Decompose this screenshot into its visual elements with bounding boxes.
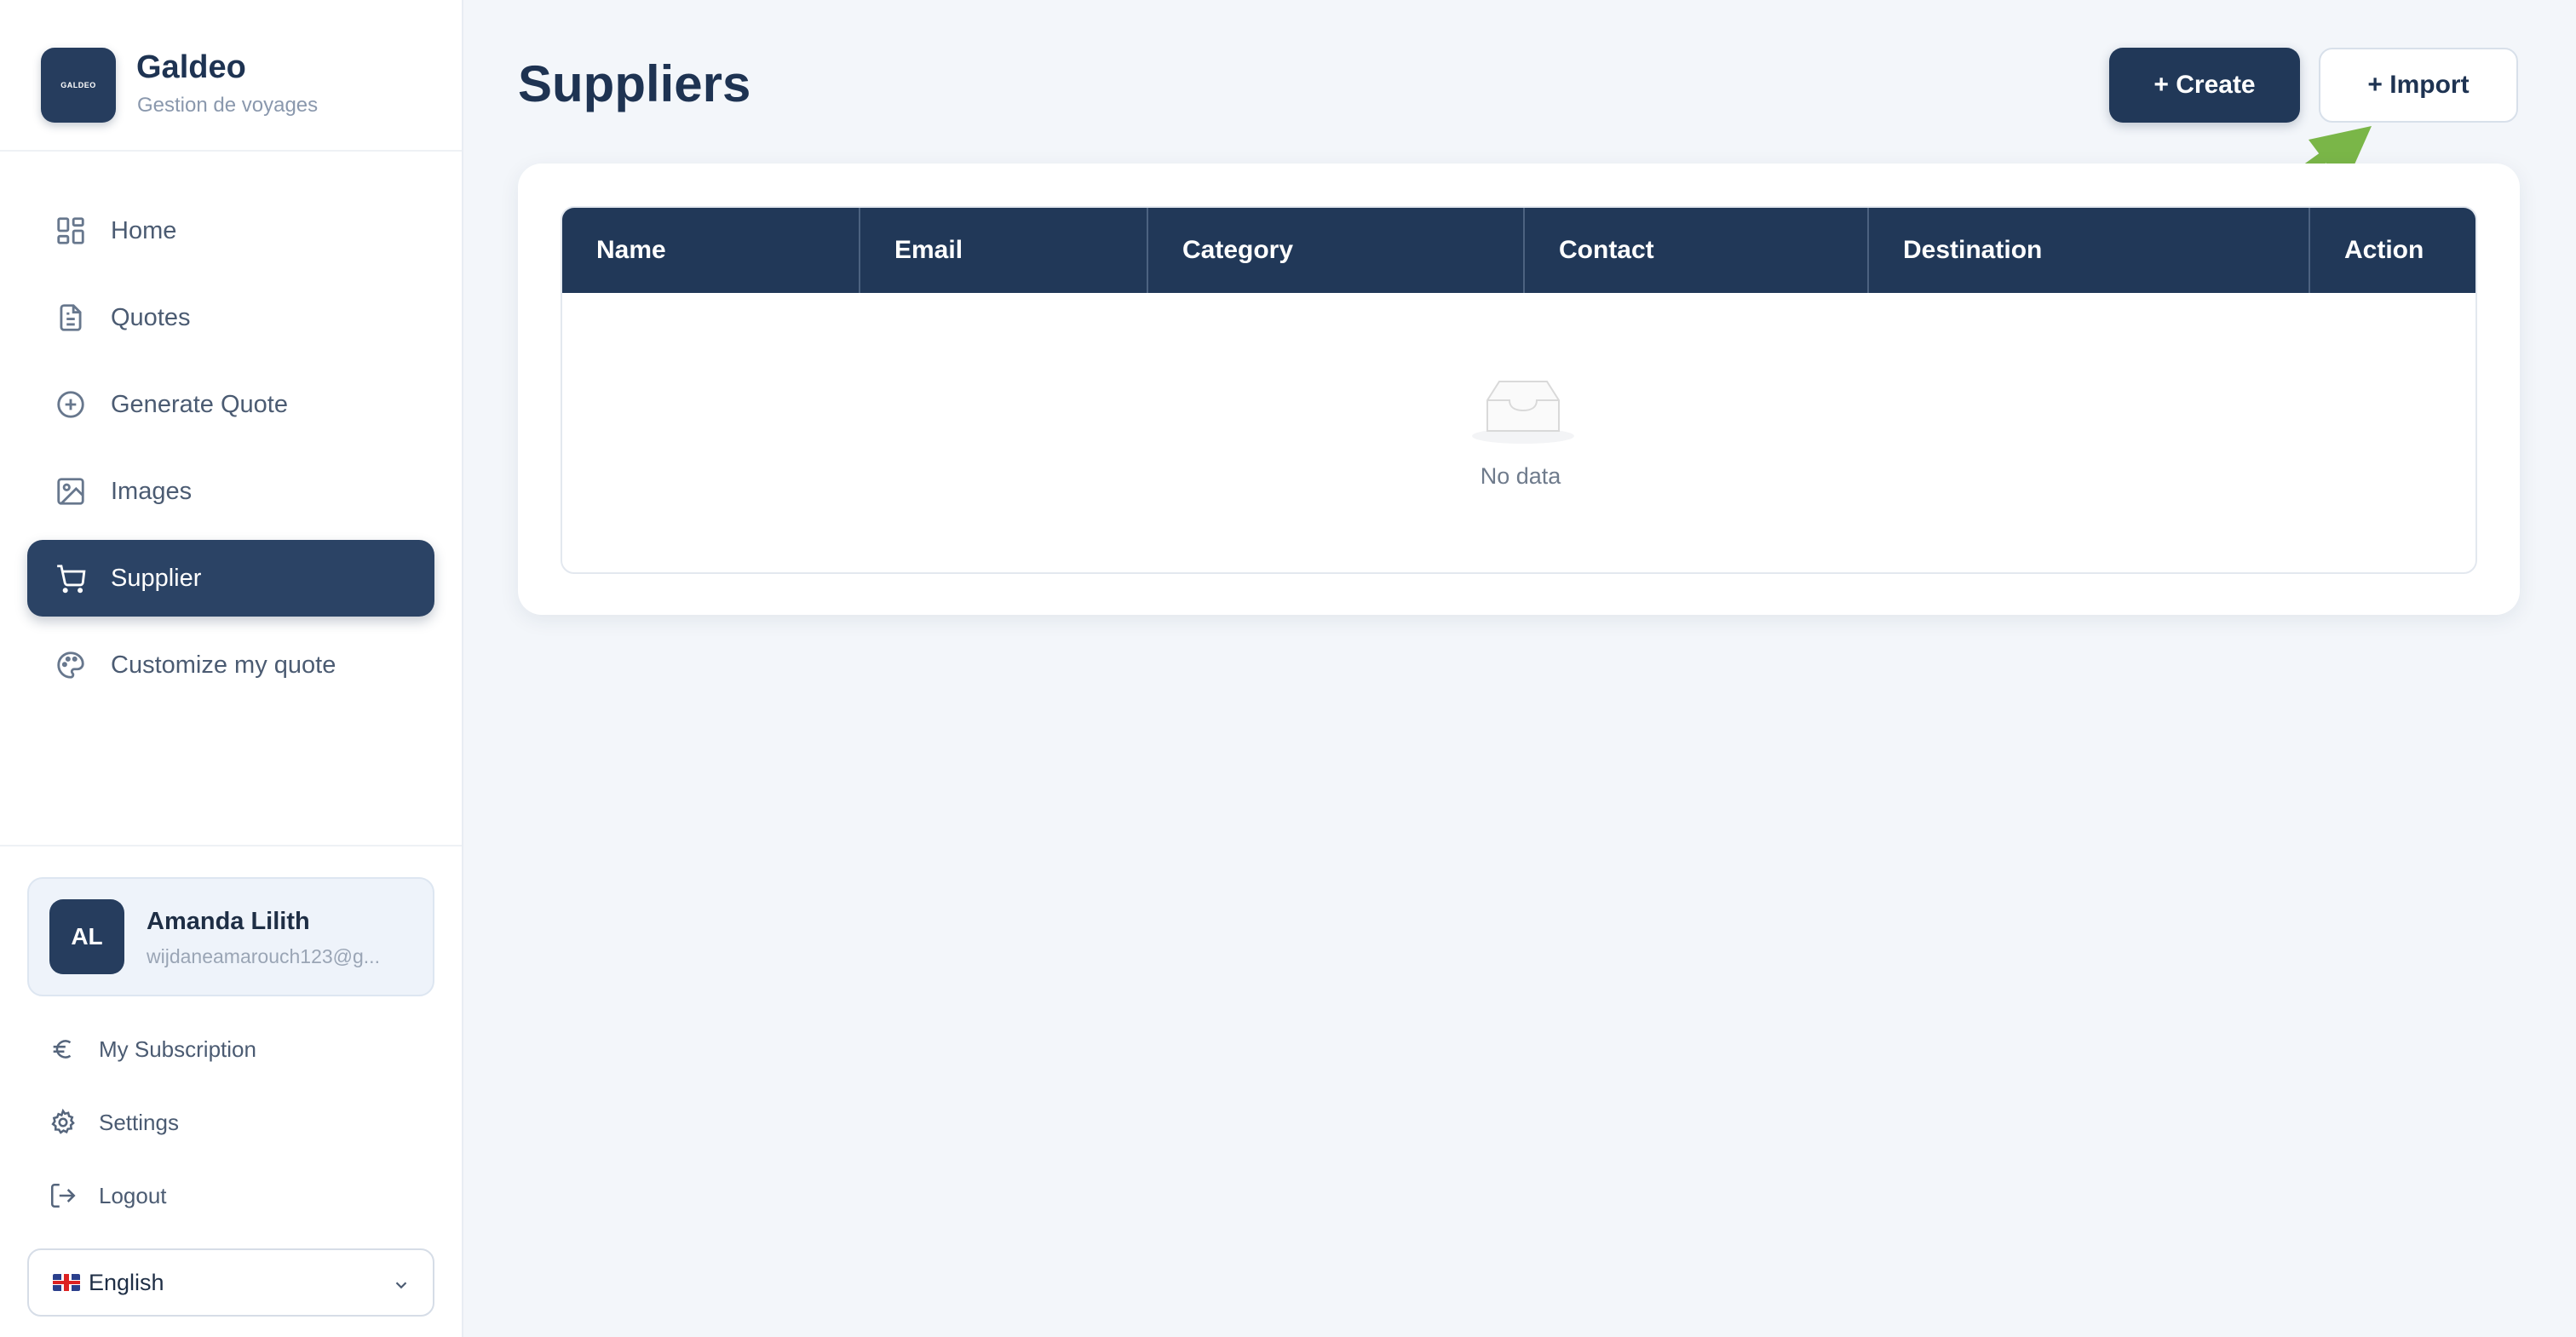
sidebar-item-generate-quote[interactable]: Generate Quote: [27, 366, 434, 443]
user-email: wijdaneamarouch123@g...: [147, 945, 380, 967]
language-select[interactable]: English: [27, 1248, 434, 1317]
sidebar-item-label: Customize my quote: [111, 651, 336, 679]
user-name: Amanda Lilith: [147, 908, 310, 935]
empty-text: No data: [1480, 463, 1561, 489]
plus-circle-icon: [53, 387, 89, 422]
suppliers-table: Name Email Category Contact Destination …: [561, 206, 2477, 574]
sidebar-item-label: Images: [111, 477, 193, 505]
logout-icon: [46, 1179, 80, 1213]
brand-name: Galdeo: [136, 49, 246, 85]
column-header-email[interactable]: Email: [860, 208, 1148, 293]
table-header: Name Email Category Contact Destination …: [562, 208, 2475, 293]
chevron-down-icon: [392, 1274, 411, 1293]
my-subscription-label: My Subscription: [99, 1036, 256, 1062]
sidebar-item-label: Supplier: [111, 564, 202, 592]
avatar: AL: [49, 899, 124, 974]
sidebar-item-supplier[interactable]: Supplier: [27, 540, 434, 617]
sidebar-item-home[interactable]: Home: [27, 192, 434, 269]
brand-logo[interactable]: GALDEO: [41, 48, 116, 123]
cart-icon: [53, 560, 89, 596]
uk-flag-icon: [53, 1274, 80, 1291]
sidebar-item-label: Home: [111, 216, 177, 244]
sidebar-item-label: Generate Quote: [111, 390, 288, 418]
column-header-contact[interactable]: Contact: [1525, 208, 1869, 293]
table-empty-state: No data: [562, 293, 2475, 572]
page-title: Suppliers: [518, 55, 751, 112]
settings-link[interactable]: Settings: [46, 1097, 421, 1148]
user-card[interactable]: AL Amanda Lilith wijdaneamarouch123@g...: [27, 877, 434, 996]
sidebar-item-label: Quotes: [111, 303, 191, 331]
language-selected: English: [89, 1269, 164, 1295]
sidebar: GALDEO Galdeo Gestion de voyages Home Qu…: [0, 0, 463, 1337]
column-header-action[interactable]: Action: [2310, 208, 2475, 293]
sidebar-nav: Home Quotes Generate Quote Images Suppli…: [27, 192, 434, 714]
euro-icon: [46, 1032, 80, 1066]
image-icon: [53, 473, 89, 509]
sidebar-item-quotes[interactable]: Quotes: [27, 279, 434, 356]
logout-label: Logout: [99, 1182, 167, 1208]
import-button[interactable]: + Import: [2319, 48, 2518, 123]
create-button[interactable]: + Create: [2109, 48, 2300, 123]
brand-header: GALDEO Galdeo Gestion de voyages: [0, 0, 462, 152]
grid-icon: [53, 213, 89, 249]
gear-icon: [46, 1105, 80, 1139]
document-icon: [53, 300, 89, 336]
brand-subtitle: Gestion de voyages: [137, 94, 319, 117]
sidebar-footer: AL Amanda Lilith wijdaneamarouch123@g...…: [0, 845, 462, 1337]
empty-inbox-icon: [1472, 381, 1574, 444]
column-header-category[interactable]: Category: [1148, 208, 1525, 293]
sidebar-item-images[interactable]: Images: [27, 453, 434, 530]
column-header-name[interactable]: Name: [562, 208, 860, 293]
column-header-destination[interactable]: Destination: [1869, 208, 2310, 293]
suppliers-card: Name Email Category Contact Destination …: [518, 164, 2520, 615]
palette-icon: [53, 647, 89, 683]
sidebar-item-customize-my-quote[interactable]: Customize my quote: [27, 627, 434, 703]
my-subscription-link[interactable]: My Subscription: [46, 1024, 421, 1075]
logout-link[interactable]: Logout: [46, 1170, 421, 1221]
settings-label: Settings: [99, 1109, 179, 1135]
